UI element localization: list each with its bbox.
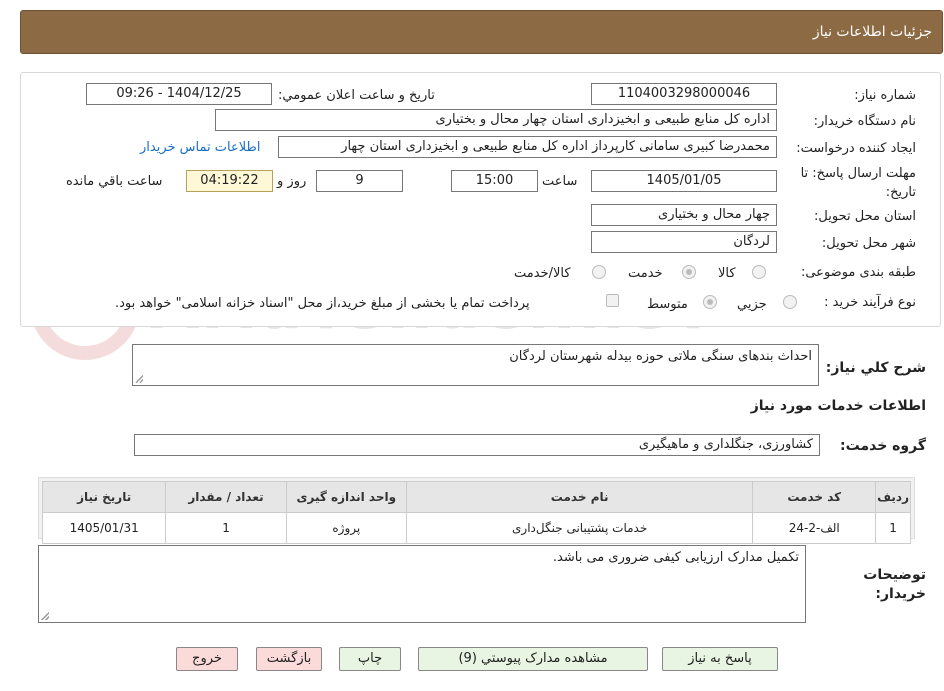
deadline-time-field: 15:00 [451,170,538,192]
category-service-radio[interactable] [682,265,696,279]
process-medium-label: متوسط [647,297,688,312]
city-label: شهر محل تحویل: [821,236,916,251]
service-group-field: کشاورزی، جنگلداری و ماهیگیری [134,434,820,456]
process-type-label: نوع فرآیند خرید : [824,295,916,310]
category-goods-label: کالا [718,266,736,281]
category-goods-service-radio[interactable] [592,265,606,279]
col-row-number: ردیف [875,481,911,513]
cell-service-code: الف-2-24 [752,512,877,544]
remaining-time-field: 04:19:22 [186,170,273,192]
col-service-name: نام خدمت [405,481,754,513]
page-header: جزئیات اطلاعات نیاز [20,10,943,54]
deadline-label: مهلت ارسال پاسخ: تا تاریخ: [800,166,916,200]
page-title: جزئیات اطلاعات نیاز [812,24,932,40]
cell-quantity: 1 [165,512,287,544]
cell-row-number: 1 [875,512,911,544]
view-attachments-button[interactable]: مشاهده مدارک پیوستي (9) [418,647,648,671]
category-service-label: خدمت [628,266,663,281]
resize-handle-icon[interactable] [135,375,143,383]
province-field: چهار محال و بختیاری [591,204,777,226]
back-button[interactable]: بازگشت [256,647,322,671]
category-goods-service-label: کالا/خدمت [514,266,571,281]
need-number-field: 1104003298000046 [591,83,777,105]
creator-label: ایجاد کننده درخواست: [796,141,916,156]
process-minor-label: جزيي [737,297,767,312]
services-table-header: ردیف کد خدمت نام خدمت واحد اندازه گیری ت… [41,481,911,513]
resize-handle-icon[interactable] [41,612,49,620]
process-minor-radio[interactable] [783,295,797,309]
buyer-org-field: اداره کل منابع طبیعی و ابخیزداری استان چ… [215,109,777,131]
creator-field: محمدرضا کبیری سامانی کارپرداز اداره کل م… [278,136,777,158]
announce-datetime-label: تاریخ و ساعت اعلان عمومي: [278,88,435,103]
col-unit: واحد اندازه گیری [285,481,407,513]
buyer-org-label: نام دستگاه خریدار: [813,114,916,129]
category-goods-radio[interactable] [752,265,766,279]
buyer-notes-text: تکمیل مدارک ارزیابی کیفی ضروری می باشد. [552,550,799,565]
col-quantity: تعداد / مقدار [165,481,287,513]
city-field: لردگان [591,231,777,253]
table-row: 1 الف-2-24 خدمات پشتیبانی جنگل‌داری پروژ… [41,512,911,544]
services-table-wrapper: ردیف کد خدمت نام خدمت واحد اندازه گیری ت… [38,477,915,544]
need-number-label: شماره نیاز: [854,88,916,103]
remaining-time-label: ساعت باقي مانده [66,174,163,189]
deadline-time-label: ساعت [542,174,578,189]
cell-need-date: 1405/01/31 [41,512,167,544]
buyer-notes-label: توضیحات خریدار: [863,567,926,602]
cell-service-name: خدمات پشتیبانی جنگل‌داری [405,512,754,544]
summary-text: احداث بندهای سنگی ملاتی حوزه بیدله شهرست… [509,349,812,364]
service-group-label: گروه خدمت: [840,438,926,454]
reply-button[interactable]: پاسخ به نیاز [662,647,778,671]
exit-button[interactable]: خروج [176,647,238,671]
treasury-payment-checkbox[interactable] [606,294,619,307]
summary-label: شرح کلي نیاز: [825,360,926,376]
deadline-date-field: 1405/01/05 [591,170,777,192]
cell-unit: پروژه [285,512,407,544]
buyer-contact-link[interactable]: اطلاعات تماس خریدار [140,138,260,158]
remaining-days-field: 9 [316,170,403,192]
col-service-code: کد خدمت [752,481,877,513]
category-label: طبقه بندی موضوعی: [800,265,916,280]
process-medium-radio[interactable] [703,295,717,309]
remaining-days-label: روز و [277,174,307,189]
treasury-payment-note: پرداخت تمام یا بخشی از مبلغ خرید،از محل … [115,296,530,311]
print-button[interactable]: چاپ [339,647,401,671]
services-section-title: اطلاعات خدمات مورد نیاز [750,398,926,414]
announce-datetime-field: 1404/12/25 - 09:26 [86,83,272,105]
province-label: استان محل تحویل: [814,209,916,224]
summary-textarea[interactable]: احداث بندهای سنگی ملاتی حوزه بیدله شهرست… [132,344,819,386]
services-table: ردیف کد خدمت نام خدمت واحد اندازه گیری ت… [41,481,911,544]
buyer-notes-textarea[interactable]: تکمیل مدارک ارزیابی کیفی ضروری می باشد. [38,545,806,623]
col-need-date: تاریخ نیاز [41,481,167,513]
